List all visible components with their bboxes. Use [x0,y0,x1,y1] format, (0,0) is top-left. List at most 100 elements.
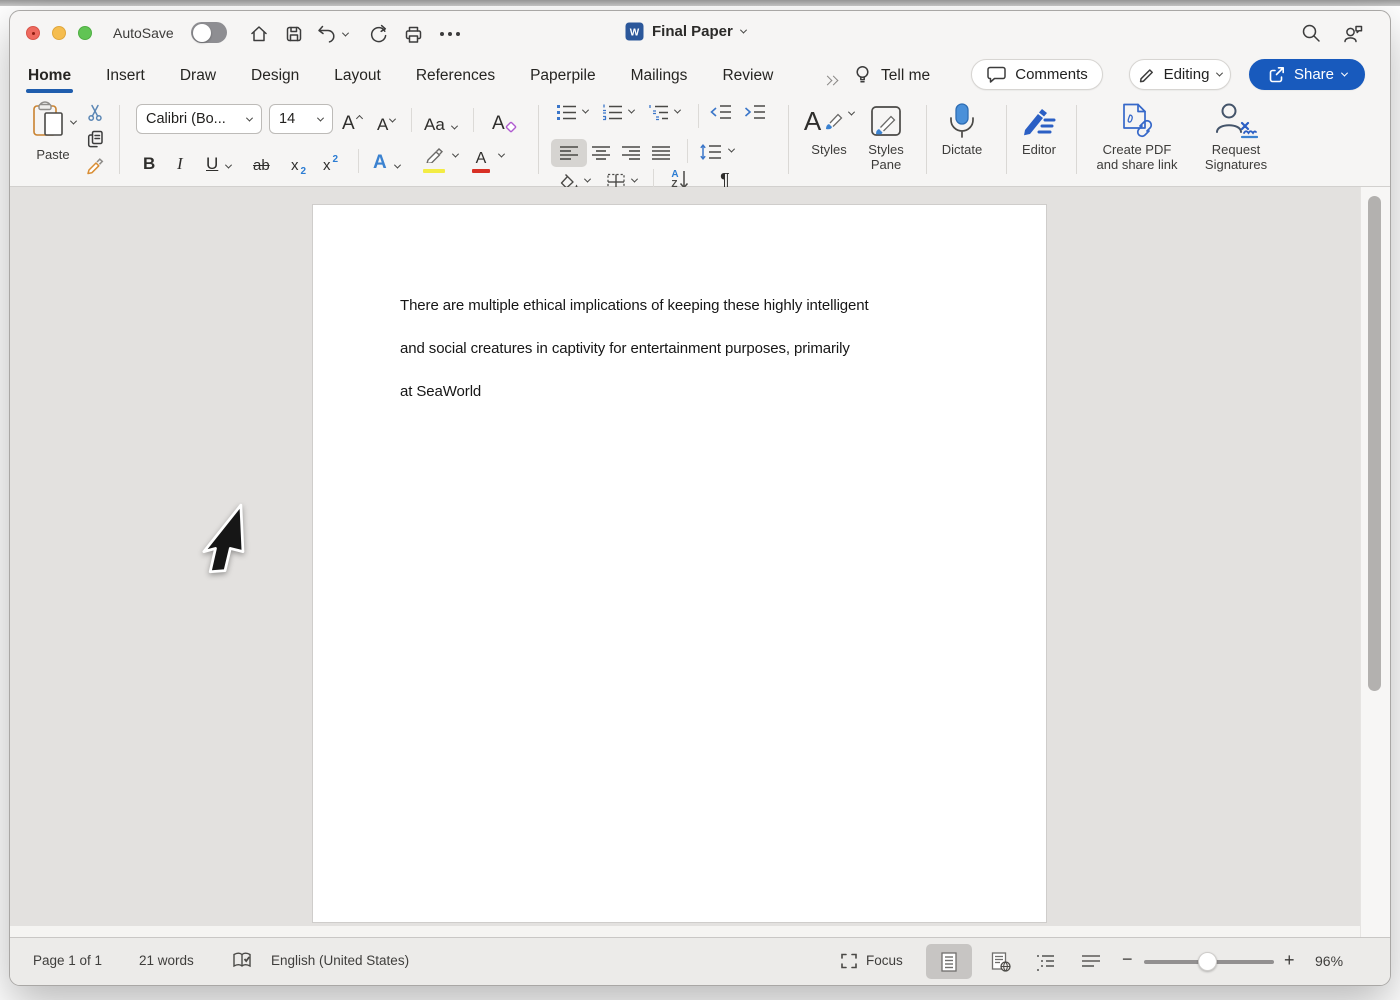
zoom-percentage[interactable]: 96% [1315,953,1343,969]
editing-mode-button[interactable]: Editing [1129,59,1231,90]
chevron-down-icon[interactable] [627,106,636,114]
tab-review[interactable]: Review [720,63,775,89]
chevron-down-icon[interactable] [583,175,592,183]
numbered-list-button[interactable] [601,101,625,123]
page-indicator[interactable]: Page 1 of 1 [33,953,102,968]
shrink-font-button[interactable]: A [377,107,397,135]
scrollbar-thumb[interactable] [1368,196,1381,691]
document-text[interactable]: There are multiple ethical implications … [400,284,869,413]
document-page[interactable]: There are multiple ethical implications … [312,204,1047,923]
underline-button[interactable]: U [206,146,233,174]
increase-indent-button[interactable] [743,101,767,123]
word-count[interactable]: 21 words [139,953,194,968]
chevron-down-icon[interactable] [727,145,736,153]
document-line[interactable]: at SeaWorld [400,370,869,413]
print-icon [405,26,421,43]
tab-home[interactable]: Home [26,63,74,93]
zoom-out-button[interactable]: − [1122,949,1133,970]
tab-layout[interactable]: Layout [332,63,383,89]
search-button[interactable] [1299,21,1323,45]
subscript-button[interactable]: x2 [291,146,306,177]
tab-overflow-button[interactable] [822,71,839,89]
font-size-select[interactable]: 14 [269,104,333,134]
print-button[interactable] [401,22,425,46]
grow-font-button[interactable]: A [342,107,363,135]
styles-button[interactable]: A Styles [798,100,860,157]
tab-references[interactable]: References [414,63,497,89]
fullscreen-window-button[interactable] [78,26,92,40]
comments-button[interactable]: Comments [971,59,1103,90]
zoom-in-button[interactable]: + [1284,950,1295,971]
chevron-down-icon[interactable] [673,106,682,114]
create-pdf-share-link-button[interactable]: Create PDF and share link [1078,100,1196,172]
document-canvas[interactable]: There are multiple ethical implications … [10,187,1390,939]
vertical-scrollbar[interactable] [1360,187,1390,939]
draft-view-button[interactable] [1068,944,1114,979]
request-signatures-button[interactable]: Request Signatures [1188,100,1284,172]
font-color-button[interactable]: A [472,146,506,174]
align-left-button[interactable] [557,142,581,164]
dictate-button[interactable]: Dictate [930,100,994,157]
bullet-list-button[interactable] [555,101,579,123]
document-line[interactable]: There are multiple ethical implications … [400,284,869,327]
superscript-button[interactable]: x2 [323,146,338,174]
tab-insert[interactable]: Insert [104,63,147,89]
tab-design[interactable]: Design [249,63,301,89]
focus-label[interactable]: Focus [866,953,903,968]
language-indicator[interactable]: English (United States) [271,953,409,968]
align-center-button[interactable] [589,142,613,164]
chevron-down-icon[interactable] [581,106,590,114]
indent-icon [744,105,765,119]
bold-button[interactable]: B [143,146,155,174]
redo-button[interactable] [367,22,391,46]
chevron-right-icon [828,75,839,86]
justify-button[interactable] [649,142,673,164]
undo-button[interactable] [314,22,338,46]
tell-me-button[interactable]: Tell me [853,64,930,87]
undo-dropdown[interactable] [338,22,352,46]
change-case-button[interactable]: Aa [424,107,458,135]
tab-draw[interactable]: Draw [178,63,218,89]
copy-button[interactable] [83,128,107,150]
share-button[interactable]: Share [1249,59,1365,90]
create-pdf-label-1: Create PDF [1102,142,1172,157]
line-spacing-button[interactable] [699,141,723,163]
web-layout-view-button[interactable] [978,944,1024,979]
chevron-down-icon[interactable] [630,175,639,183]
autosave-toggle[interactable] [191,22,227,43]
styles-pane-button[interactable]: Styles Pane [855,100,917,172]
divider [473,108,474,132]
minimize-window-button[interactable] [52,26,66,40]
font-name-select[interactable]: Calibri (Bo... [136,104,262,134]
format-painter-button[interactable] [83,155,107,177]
close-window-button[interactable] [26,26,40,40]
cut-button[interactable] [83,101,107,123]
feedback-button[interactable] [1341,21,1365,45]
print-layout-view-button[interactable] [926,944,972,979]
proofing-status-button[interactable] [231,950,253,975]
outline-view-icon [1037,954,1054,971]
italic-button[interactable]: I [177,146,183,174]
clear-formatting-button[interactable]: A [492,107,519,135]
home-quick-button[interactable] [247,22,271,46]
web-layout-icon [991,951,1011,972]
editor-button[interactable]: Editor [1008,100,1070,157]
tab-mailings[interactable]: Mailings [629,63,690,89]
save-button[interactable] [282,22,306,46]
outline-view-button[interactable] [1023,944,1069,979]
text-effects-button[interactable]: A [373,146,401,174]
align-right-button[interactable] [619,142,643,164]
document-line[interactable]: and social creatures in captivity for en… [400,327,869,370]
document-title[interactable]: W Final Paper [625,22,747,41]
highlight-color-button[interactable] [423,146,460,174]
more-commands-button[interactable] [438,22,462,46]
paste-button[interactable]: Paste [27,101,79,162]
decrease-indent-button[interactable] [709,101,733,123]
focus-mode-button[interactable] [839,951,859,974]
strikethrough-button[interactable]: ab [253,146,270,174]
multilevel-list-button[interactable] [647,101,671,123]
tab-paperpile[interactable]: Paperpile [528,63,598,89]
line-spacing-icon [700,144,721,160]
share-icon [1269,67,1284,83]
zoom-slider-thumb[interactable] [1198,952,1217,971]
